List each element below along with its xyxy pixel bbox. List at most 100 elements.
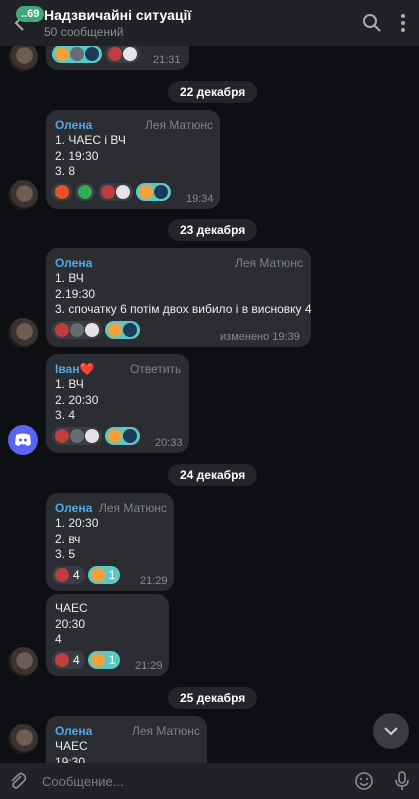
reaction[interactable]: 4 <box>52 651 85 669</box>
reaction[interactable] <box>52 427 102 445</box>
unicorn-sticker-icon <box>85 429 99 443</box>
reactions: 4 1 <box>52 651 121 669</box>
sender-name[interactable]: Олена <box>55 118 92 132</box>
pizza-sticker-icon <box>55 47 69 61</box>
reaction[interactable] <box>75 183 95 201</box>
reaction-count: 4 <box>73 568 80 582</box>
microphone-icon[interactable] <box>392 770 412 792</box>
date-separator: 23 декабря <box>168 219 258 241</box>
avatar[interactable] <box>8 42 38 72</box>
message-bubble[interactable]: ЧАЕС 20:30 4 4 1 21:29 <box>46 594 169 676</box>
message-time: 21:29 <box>140 575 168 587</box>
reactions <box>52 45 140 63</box>
avatar-sticker-icon <box>154 185 168 199</box>
message-bubble[interactable]: Іван❤️ Ответить 1. ВЧ 2. 20:30 3. 4 20:3… <box>46 354 189 453</box>
reaction[interactable]: 1 <box>87 566 121 584</box>
reaction[interactable] <box>52 321 102 339</box>
avatar[interactable] <box>8 180 38 210</box>
date-separator: 25 декабря <box>168 687 258 709</box>
reaction[interactable] <box>105 321 140 339</box>
reaction[interactable] <box>98 183 133 201</box>
avatar-sticker-icon <box>85 47 99 61</box>
pizza-sticker-icon <box>108 429 122 443</box>
jar-sticker-icon <box>55 429 69 443</box>
reaction[interactable] <box>105 427 140 445</box>
avatar-sticker-icon <box>70 47 84 61</box>
chat-header: ..69 Надзвичайні ситуації 50 сообщений <box>0 0 419 46</box>
jar-sticker-icon <box>55 568 69 582</box>
jar-sticker-icon <box>101 185 115 199</box>
emoji-icon[interactable] <box>354 771 374 791</box>
reaction-count: 1 <box>108 568 116 582</box>
message-bubble[interactable]: Олена Лея Матюнс 1. 20:30 2. вч 3. 5 4 1… <box>46 493 174 591</box>
message-text: ЧАЕС 20:30 4 <box>55 601 88 646</box>
reaction[interactable] <box>136 183 171 201</box>
reply-link[interactable]: Лея Матюнс <box>132 724 200 738</box>
discord-icon <box>15 433 31 446</box>
sender-name[interactable]: Олена <box>55 724 92 738</box>
jar-sticker-icon <box>108 47 122 61</box>
reaction[interactable]: 4 <box>52 566 85 584</box>
unicorn-sticker-icon <box>85 323 99 337</box>
reaction-count: 4 <box>73 653 80 667</box>
unread-badge: ..69 <box>16 6 45 22</box>
avatar[interactable] <box>8 724 38 754</box>
chat-title[interactable]: Надзвичайні ситуації <box>44 7 191 23</box>
reactions: 4 1 <box>52 566 121 584</box>
sender-name[interactable]: Олена <box>55 256 92 270</box>
message-time: изменено 19:39 <box>220 331 300 343</box>
member-count: 50 сообщений <box>44 25 124 39</box>
message-input[interactable] <box>42 772 332 790</box>
reply-link[interactable]: Лея Матюнс <box>99 501 167 515</box>
reaction[interactable] <box>105 45 140 63</box>
avatar-sticker-icon <box>123 323 137 337</box>
sender-name[interactable]: Іван❤️ <box>55 362 94 376</box>
message-time: 20:33 <box>155 437 183 449</box>
reactions <box>52 321 140 339</box>
reaction-count: 1 <box>108 653 116 667</box>
unicorn-sticker-icon <box>116 185 130 199</box>
avatar[interactable] <box>8 318 38 348</box>
message-bubble[interactable]: Олена Лея Матюнс 1. ВЧ 2.19:30 3. спочат… <box>46 248 312 347</box>
jar-sticker-icon <box>55 323 69 337</box>
pizza-sticker-icon <box>139 185 153 199</box>
reactions <box>52 427 140 445</box>
jar-sticker-icon <box>55 653 69 667</box>
message-time: 19:34 <box>186 193 214 205</box>
reaction[interactable] <box>52 45 102 63</box>
attach-icon[interactable] <box>8 771 28 791</box>
reply-link[interactable]: Лея Матюнс <box>235 256 303 270</box>
pizza-sticker-icon <box>108 323 122 337</box>
message-text: 1. 20:30 2. вч 3. 5 <box>55 516 99 561</box>
message-time: 21:29 <box>135 660 163 672</box>
avatar[interactable] <box>8 647 38 677</box>
sender-name[interactable]: Олена <box>55 501 92 515</box>
reply-link[interactable]: Ответить <box>130 362 181 376</box>
message-time: 21:31 <box>153 54 181 66</box>
avatar-sticker-icon <box>70 429 84 443</box>
unicorn-sticker-icon <box>123 47 137 61</box>
bm-sticker-icon <box>78 185 92 199</box>
date-separator: 22 декабря <box>168 81 258 103</box>
avatar-sticker-icon <box>70 323 84 337</box>
message-text: 1. ВЧ 2.19:30 3. спочатку 6 потім двох в… <box>55 271 312 316</box>
chevron-down-icon <box>384 727 398 736</box>
reactions <box>52 183 171 201</box>
message-composer <box>0 763 419 799</box>
reaction[interactable]: 1 <box>87 651 121 669</box>
date-separator: 24 декабря <box>168 464 258 486</box>
avatar-sticker-icon <box>123 429 137 443</box>
more-menu-icon[interactable] <box>392 12 414 34</box>
scroll-to-bottom-button[interactable] <box>373 713 409 749</box>
pizza-sticker-icon <box>90 653 105 667</box>
fire-icon <box>55 185 69 199</box>
search-icon[interactable] <box>361 12 383 34</box>
reaction[interactable] <box>52 183 72 201</box>
message-text: 1. ВЧ 2. 20:30 3. 4 <box>55 377 99 422</box>
pizza-sticker-icon <box>90 568 105 582</box>
message-bubble[interactable]: Олена Лея Матюнс 1. ЧАЕС і ВЧ 2. 19:30 3… <box>46 110 220 209</box>
avatar[interactable] <box>8 425 38 455</box>
chat-app: ..69 Надзвичайні ситуації 50 сообщений 2… <box>0 0 419 799</box>
message-text: 1. ЧАЕС і ВЧ 2. 19:30 3. 8 <box>55 133 126 178</box>
reply-link[interactable]: Лея Матюнс <box>145 118 213 132</box>
